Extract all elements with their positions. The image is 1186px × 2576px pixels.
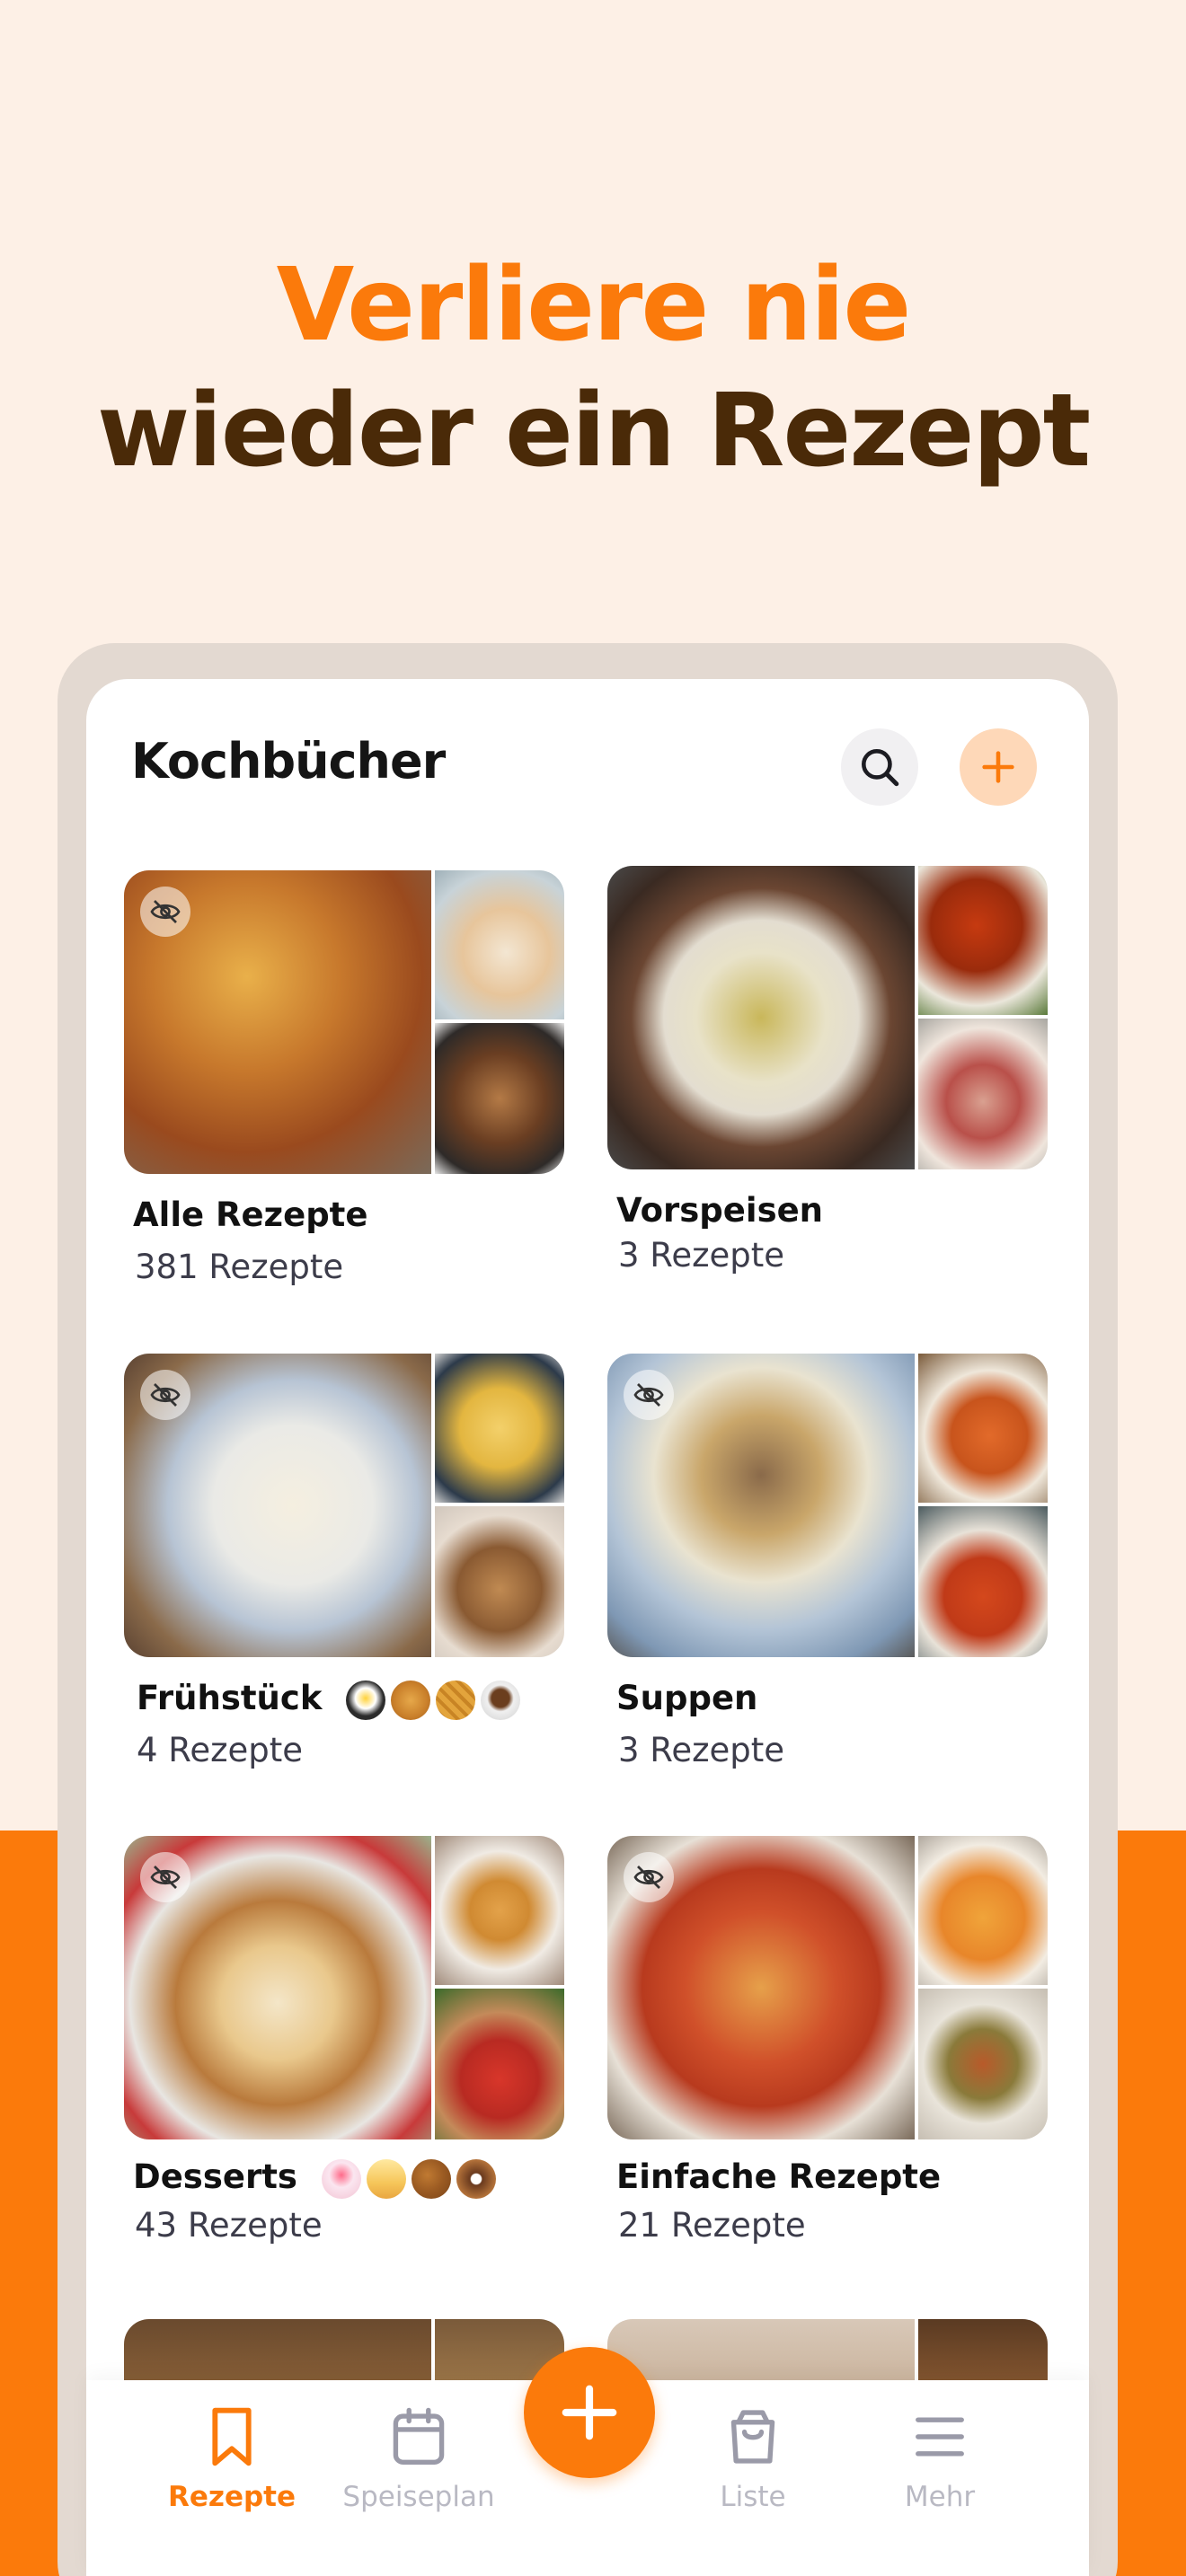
top-bar: Kochbücher bbox=[86, 679, 1089, 850]
recipe-photo-collage bbox=[124, 870, 564, 1174]
eye-off-icon bbox=[150, 1383, 181, 1407]
recipe-photo bbox=[918, 1019, 1048, 1169]
recipe-photo-collage bbox=[607, 1354, 1048, 1657]
recipe-photo bbox=[435, 1354, 564, 1503]
cookbook-name: Einfache Rezepte bbox=[616, 2157, 942, 2196]
recipe-count: 4 Rezepte bbox=[137, 1731, 304, 1769]
cake-emoji bbox=[321, 2158, 361, 2199]
nav-item-liste[interactable]: Liste bbox=[663, 2405, 843, 2513]
cookbook-name: Alle Rezepte bbox=[133, 1195, 368, 1234]
calendar-icon bbox=[393, 2407, 445, 2465]
cookbook-card-alle-rezepte[interactable]: Alle Rezepte 381 Rezepte bbox=[124, 870, 573, 1286]
recipe-photo-collage bbox=[607, 1836, 1048, 2139]
cookbook-card-suppen[interactable]: Suppen 3 Rezepte bbox=[607, 1354, 1057, 1769]
eye-off-icon bbox=[633, 1383, 664, 1407]
cookbook-card-vorspeisen[interactable]: Vorspeisen 3 Rezepte bbox=[607, 866, 1057, 1275]
recipe-photo bbox=[435, 1836, 564, 1985]
recipe-photo bbox=[918, 1354, 1048, 1503]
cookbook-emojis bbox=[346, 1680, 521, 1720]
hidden-badge bbox=[624, 1852, 674, 1902]
recipe-count: 3 Rezepte bbox=[618, 1236, 785, 1275]
eye-off-icon bbox=[150, 1866, 181, 1889]
recipe-photo bbox=[435, 1989, 564, 2139]
cookbook-name-row: Desserts bbox=[133, 2157, 496, 2199]
nav-label: Rezepte bbox=[168, 2481, 296, 2513]
bookmark-icon bbox=[212, 2407, 252, 2466]
page-title: Kochbücher bbox=[131, 733, 446, 790]
recipe-photo bbox=[607, 866, 915, 1169]
recipe-count: 43 Rezepte bbox=[135, 2206, 323, 2245]
hidden-badge bbox=[624, 1370, 674, 1420]
nav-item-speiseplan[interactable]: Speiseplan bbox=[329, 2405, 509, 2513]
eye-off-icon bbox=[633, 1866, 664, 1889]
headline-line-2: wieder ein Rezept bbox=[96, 373, 1091, 490]
plus-icon bbox=[982, 751, 1014, 783]
cookbook-name: Suppen bbox=[616, 1679, 758, 1717]
doughnut-emoji bbox=[456, 2158, 496, 2199]
menu-icon bbox=[916, 2417, 964, 2457]
recipe-photo bbox=[435, 870, 564, 1019]
nav-item-mehr[interactable]: Mehr bbox=[850, 2405, 1030, 2513]
recipe-count: 21 Rezepte bbox=[618, 2206, 806, 2245]
pancakes-emoji bbox=[391, 1680, 431, 1720]
nav-label: Mehr bbox=[904, 2481, 976, 2513]
search-button[interactable] bbox=[841, 728, 918, 806]
eye-off-icon bbox=[150, 900, 181, 923]
shopping-bag-icon bbox=[730, 2410, 775, 2464]
recipe-photo bbox=[435, 1023, 564, 1174]
nav-item-rezepte[interactable]: Rezepte bbox=[142, 2405, 322, 2513]
plus-icon bbox=[562, 2385, 617, 2440]
recipe-photo-collage bbox=[124, 1354, 564, 1657]
app-screen: Kochbücher Alle Rezepte 381 Rezepte Vors… bbox=[86, 679, 1089, 2576]
cookbook-card-einfache-rezepte[interactable]: Einfache Rezepte 21 Rezepte bbox=[607, 1836, 1057, 2245]
cookbook-card-desserts[interactable]: Desserts 43 Rezepte bbox=[124, 1836, 573, 2245]
search-icon bbox=[862, 749, 899, 787]
frying-pan-emoji bbox=[346, 1680, 386, 1720]
add-recipe-fab[interactable] bbox=[524, 2347, 655, 2478]
recipe-photo bbox=[918, 1506, 1048, 1657]
recipe-count: 381 Rezepte bbox=[135, 1248, 344, 1286]
recipe-photo bbox=[918, 866, 1048, 1015]
shortcake-emoji bbox=[366, 2158, 406, 2199]
coffee-emoji bbox=[481, 1680, 521, 1720]
cookbook-name: Vorspeisen bbox=[616, 1191, 824, 1230]
cookbook-name-row: Frühstück bbox=[137, 1679, 521, 1720]
recipe-photo-collage bbox=[607, 866, 1048, 1169]
recipe-photo bbox=[918, 1989, 1048, 2139]
cookbook-card-fruehstueck[interactable]: Frühstück 4 Rezepte bbox=[124, 1354, 573, 1769]
headline-line-1: Verliere nie bbox=[276, 247, 912, 364]
hidden-badge bbox=[140, 1852, 190, 1902]
recipe-photo bbox=[435, 1506, 564, 1657]
cookbook-name: Frühstück bbox=[137, 1679, 323, 1717]
cookie-emoji bbox=[411, 2158, 451, 2199]
nav-label: Speiseplan bbox=[342, 2481, 495, 2513]
marketing-headline: Verliere nie wieder ein Rezept bbox=[0, 243, 1186, 494]
cookbook-emojis bbox=[321, 2158, 496, 2199]
nav-label: Liste bbox=[720, 2481, 786, 2513]
recipe-count: 3 Rezepte bbox=[618, 1731, 785, 1769]
add-cookbook-button[interactable] bbox=[960, 728, 1037, 806]
cookbook-name: Desserts bbox=[133, 2157, 297, 2196]
waffle-emoji bbox=[436, 1680, 476, 1720]
recipe-photo bbox=[918, 1836, 1048, 1985]
recipe-photo-collage bbox=[124, 1836, 564, 2139]
hidden-badge bbox=[140, 1370, 190, 1420]
hidden-badge bbox=[140, 887, 190, 937]
